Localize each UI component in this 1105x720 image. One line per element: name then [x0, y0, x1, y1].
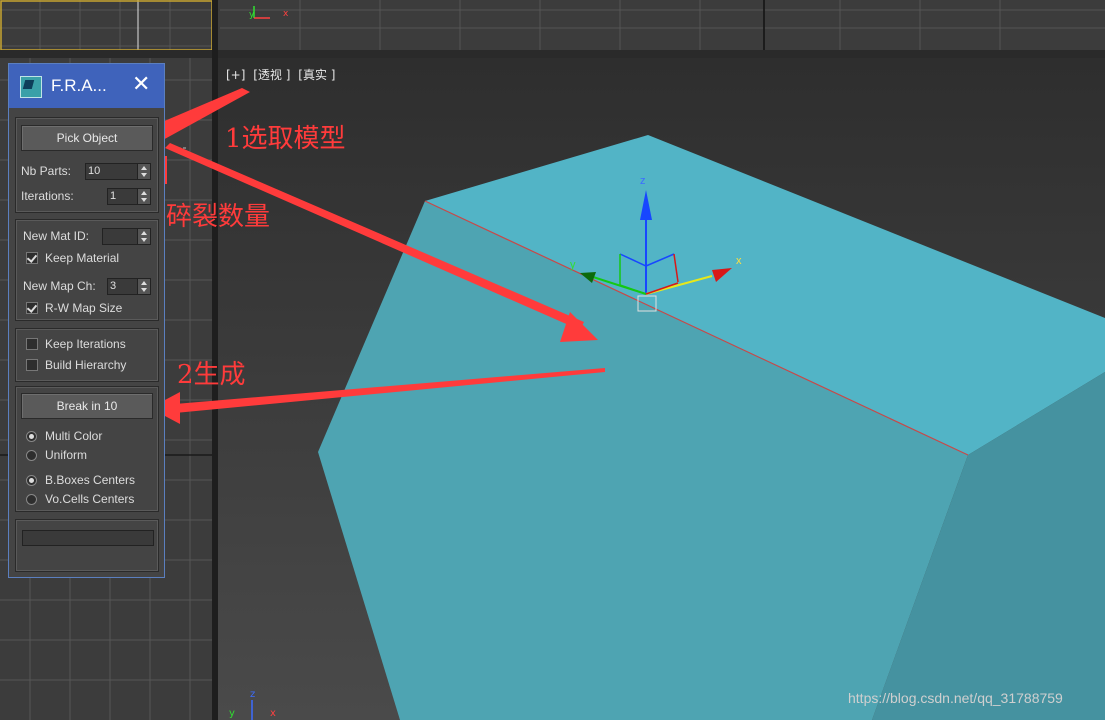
svg-text:x: x: [270, 708, 276, 719]
viewport-label: [+] [透视 ] [真实 ]: [226, 66, 339, 83]
uniform-label[interactable]: Uniform: [45, 448, 87, 462]
new-map-ch-value[interactable]: 3: [110, 280, 116, 292]
annotation-fragment-count: 碎裂数量: [166, 202, 271, 232]
multi-color-label[interactable]: Multi Color: [45, 429, 102, 443]
build-hierarchy-label[interactable]: Build Hierarchy: [45, 358, 126, 372]
spinner-arrows-icon[interactable]: [137, 229, 150, 244]
rw-map-size-label[interactable]: R-W Map Size: [45, 301, 122, 315]
vocells-centers-label[interactable]: Vo.Cells Centers: [45, 492, 134, 506]
bboxes-centers-label[interactable]: B.Boxes Centers: [45, 473, 135, 487]
iterations-spinner[interactable]: 1: [107, 188, 151, 205]
bboxes-centers-radio[interactable]: [26, 475, 37, 486]
svg-text:x: x: [283, 9, 289, 19]
rw-map-size-checkbox[interactable]: [26, 302, 38, 314]
svg-text:z: z: [640, 175, 646, 187]
new-mat-id-label: New Mat ID:: [23, 229, 90, 243]
close-icon[interactable]: ✕: [132, 74, 150, 96]
keep-material-checkbox[interactable]: [26, 252, 38, 264]
break-button[interactable]: Break in 10: [21, 393, 153, 419]
annotation-step1: 1选取模型: [225, 124, 346, 154]
keep-iterations-label[interactable]: Keep Iterations: [45, 337, 126, 351]
iterations-value[interactable]: 1: [110, 190, 116, 202]
svg-text:z: z: [250, 689, 255, 700]
vocells-centers-radio[interactable]: [26, 494, 37, 505]
panel-title-bar[interactable]: F.R.A... ✕: [9, 64, 164, 108]
uniform-radio[interactable]: [26, 450, 37, 461]
fracture-panel: F.R.A... ✕ Pick Object Nb Parts: 10 Iter…: [8, 63, 165, 578]
svg-text:x: x: [736, 255, 742, 267]
panel-title: F.R.A...: [51, 76, 107, 95]
svg-text:y: y: [570, 259, 576, 271]
spinner-arrows-icon[interactable]: [137, 279, 150, 294]
svg-text:y: y: [249, 10, 255, 20]
iterations-label: Iterations:: [21, 189, 74, 203]
keep-material-label[interactable]: Keep Material: [45, 251, 119, 265]
viewport-menu-perspective[interactable]: [透视 ]: [253, 68, 290, 82]
pick-object-button[interactable]: Pick Object: [21, 125, 153, 151]
spinner-arrows-icon[interactable]: [137, 164, 150, 179]
viewport-menu-plus[interactable]: [+]: [226, 68, 245, 82]
annotation-step2: 2生成: [177, 360, 246, 390]
svg-text:y: y: [229, 708, 235, 719]
nb-parts-value[interactable]: 10: [88, 165, 100, 177]
viewport-menu-shading[interactable]: [真实 ]: [298, 68, 335, 82]
spinner-arrows-icon[interactable]: [137, 189, 150, 204]
new-map-ch-label: New Map Ch:: [23, 279, 96, 293]
nb-parts-label: Nb Parts:: [21, 164, 72, 178]
build-hierarchy-checkbox[interactable]: [26, 359, 38, 371]
keep-iterations-checkbox[interactable]: [26, 338, 38, 350]
new-map-ch-spinner[interactable]: 3: [107, 278, 151, 295]
new-mat-id-spinner[interactable]: [102, 228, 151, 245]
nb-parts-spinner[interactable]: 10: [85, 163, 151, 180]
watermark: https://blog.csdn.net/qq_31788759: [848, 690, 1063, 706]
progress-bar: [22, 530, 154, 546]
viewport-scene[interactable]: z y x y x z y x: [0, 0, 1105, 720]
multi-color-radio[interactable]: [26, 431, 37, 442]
app-icon: [20, 76, 42, 98]
